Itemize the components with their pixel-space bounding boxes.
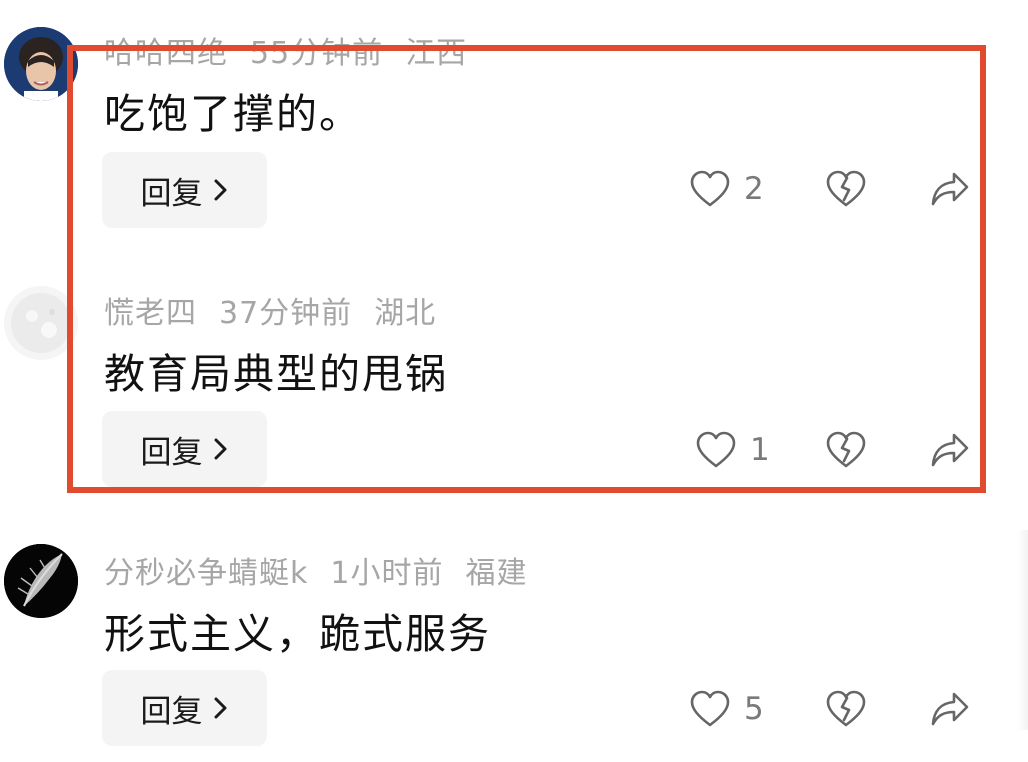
comment-meta: 哈哈四绝 55分钟前 江西 bbox=[104, 28, 489, 72]
dislike-button[interactable] bbox=[826, 170, 866, 212]
share-button[interactable] bbox=[930, 171, 970, 211]
like-button[interactable]: 1 bbox=[696, 431, 770, 469]
comment-author[interactable]: 哈哈四绝 bbox=[104, 36, 228, 71]
dislike-button[interactable] bbox=[826, 431, 866, 473]
broken-heart-icon bbox=[826, 431, 866, 468]
chevron-right-icon bbox=[214, 438, 226, 460]
reply-button[interactable]: 回复 bbox=[102, 411, 267, 487]
share-icon bbox=[931, 692, 969, 726]
broken-heart-icon bbox=[826, 170, 866, 207]
reply-button[interactable]: 回复 bbox=[102, 152, 267, 228]
comment-time: 1小时前 bbox=[330, 556, 444, 591]
chevron-right-icon bbox=[214, 179, 226, 201]
heart-icon bbox=[690, 170, 730, 207]
share-button[interactable] bbox=[930, 691, 970, 731]
reply-label: 回复 bbox=[140, 434, 203, 471]
comment-location: 湖北 bbox=[374, 296, 437, 331]
avatar-image bbox=[4, 27, 78, 101]
comment-author[interactable]: 慌老四 bbox=[104, 296, 197, 331]
reply-label: 回复 bbox=[140, 175, 203, 212]
comment-meta: 慌老四 37分钟前 湖北 bbox=[104, 288, 458, 332]
avatar-image bbox=[4, 286, 78, 360]
avatar[interactable] bbox=[4, 286, 78, 360]
like-count: 2 bbox=[744, 171, 764, 207]
reply-label: 回复 bbox=[140, 693, 203, 730]
comment-author[interactable]: 分秒必争蜻蜓k bbox=[104, 556, 308, 591]
dislike-button[interactable] bbox=[826, 690, 866, 732]
comment-meta: 分秒必争蜻蜓k 1小时前 福建 bbox=[104, 548, 549, 592]
like-button[interactable]: 2 bbox=[690, 170, 764, 208]
share-icon bbox=[931, 172, 969, 206]
avatar[interactable] bbox=[4, 544, 78, 618]
comment-location: 福建 bbox=[465, 556, 528, 591]
like-count: 1 bbox=[750, 432, 770, 468]
share-icon bbox=[931, 433, 969, 467]
comment-time: 37分钟前 bbox=[219, 296, 353, 331]
comment-location: 江西 bbox=[405, 36, 468, 71]
scroll-edge bbox=[1018, 530, 1028, 730]
comment-time: 55分钟前 bbox=[250, 36, 384, 71]
comment-text: 吃饱了撑的。 bbox=[104, 90, 362, 138]
heart-icon bbox=[690, 690, 730, 727]
avatar-image bbox=[4, 544, 78, 618]
share-button[interactable] bbox=[930, 432, 970, 472]
comment-text: 教育局典型的甩锅 bbox=[104, 350, 448, 398]
heart-icon bbox=[696, 431, 736, 468]
chevron-right-icon bbox=[214, 697, 226, 719]
reply-button[interactable]: 回复 bbox=[102, 670, 267, 746]
like-button[interactable]: 5 bbox=[690, 690, 764, 728]
comment-text: 形式主义，跪式服务 bbox=[104, 610, 491, 658]
avatar[interactable] bbox=[4, 27, 78, 101]
broken-heart-icon bbox=[826, 690, 866, 727]
like-count: 5 bbox=[744, 691, 764, 727]
